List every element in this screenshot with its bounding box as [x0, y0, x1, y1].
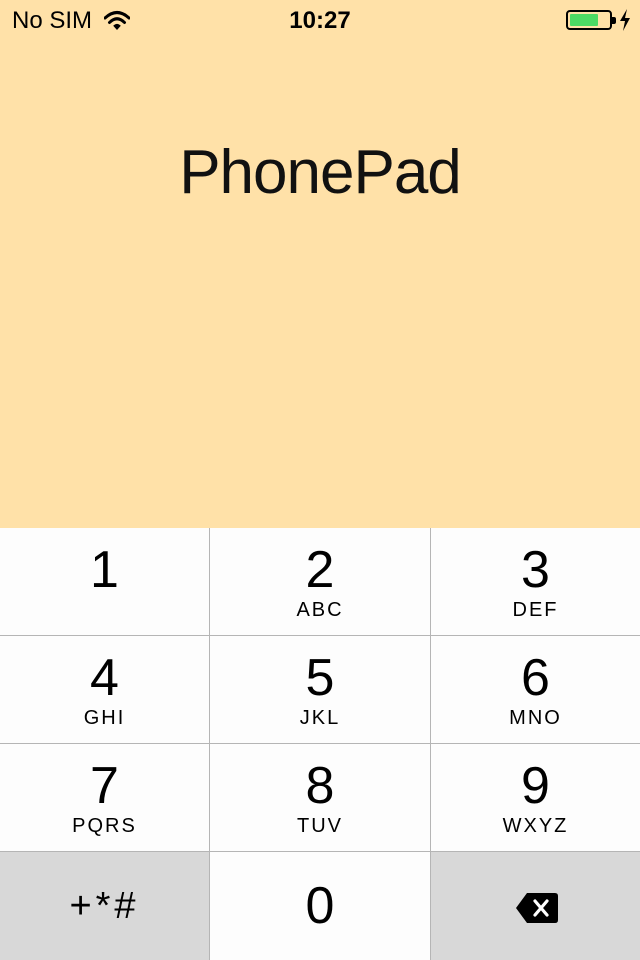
key-2[interactable]: 2 ABC — [210, 528, 431, 636]
key-digit: 6 — [521, 649, 550, 707]
battery-icon — [566, 10, 616, 30]
key-letters: DEF — [512, 599, 559, 621]
key-4[interactable]: 4 GHI — [0, 636, 210, 744]
key-digit: 1 — [90, 541, 119, 599]
phonepad-screen: No SIM 10:27 PhonePad 1 2 ABC 3 DEF 4 GH… — [0, 0, 640, 960]
key-letters: WXYZ — [502, 815, 569, 837]
key-digit: 4 — [90, 649, 119, 707]
key-digit: 2 — [305, 541, 335, 599]
key-digit: 3 — [521, 541, 550, 599]
key-letters: JKL — [299, 707, 341, 729]
key-digit: 8 — [305, 757, 335, 815]
key-letters: TUV — [297, 815, 343, 837]
battery-nub — [612, 17, 616, 24]
key-digit: 7 — [90, 757, 119, 815]
key-digit: 5 — [305, 649, 335, 707]
clock: 10:27 — [289, 7, 351, 34]
key-0[interactable]: 0 — [210, 852, 431, 960]
backspace-icon — [516, 893, 558, 923]
symbols-label: +*# — [69, 885, 140, 927]
key-7[interactable]: 7 PQRS — [0, 744, 210, 852]
key-letters: GHI — [83, 707, 126, 729]
key-3[interactable]: 3 DEF — [431, 528, 640, 636]
app-title: PhonePad — [179, 138, 462, 207]
key-digit: 9 — [521, 757, 550, 815]
key-digit: 0 — [305, 877, 335, 935]
key-9[interactable]: 9 WXYZ — [431, 744, 640, 852]
key-8[interactable]: 8 TUV — [210, 744, 431, 852]
backspace-key[interactable] — [431, 852, 640, 960]
charging-bolt-icon — [620, 9, 630, 31]
key-letters: PQRS — [72, 815, 137, 837]
key-5[interactable]: 5 JKL — [210, 636, 431, 744]
key-1[interactable]: 1 — [0, 528, 210, 636]
status-bar: No SIM 10:27 — [0, 0, 640, 40]
dial-keypad: 1 2 ABC 3 DEF 4 GHI 5 JKL 6 MNO 7 PQRS 8 — [0, 528, 640, 960]
key-letters: ABC — [296, 599, 344, 621]
symbols-key[interactable]: +*# — [0, 852, 210, 960]
battery-level-fill — [570, 14, 598, 26]
key-6[interactable]: 6 MNO — [431, 636, 640, 744]
key-letters: MNO — [509, 707, 562, 729]
